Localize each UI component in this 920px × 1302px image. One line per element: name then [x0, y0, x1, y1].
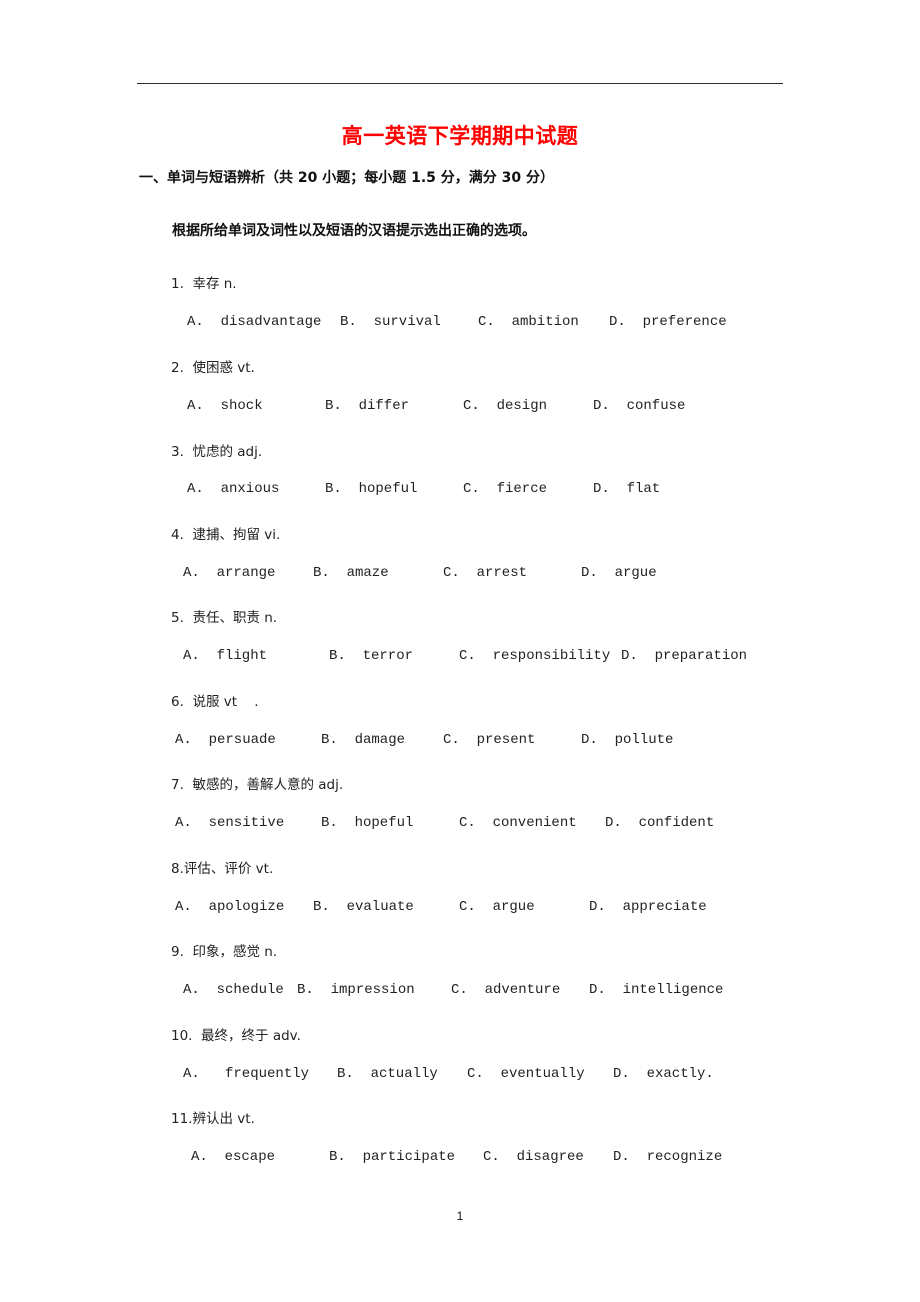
option-b: B. hopeful	[325, 481, 418, 497]
option-a: A. anxious	[187, 481, 280, 497]
option-d: D. exactly.	[613, 1066, 714, 1082]
option-b: B. terror	[329, 648, 414, 664]
option-b: B. evaluate	[313, 899, 414, 915]
option-b: B. differ	[325, 398, 410, 414]
option-a: A. flight	[183, 648, 268, 664]
option-b: B. damage	[321, 732, 406, 748]
question-stem: 3. 忧虑的 adj.	[171, 444, 263, 460]
option-b: B. amaze	[313, 565, 389, 581]
question-stem: 2. 使困惑 vt.	[171, 360, 255, 376]
question-stem: 10. 最终，终于 adv.	[171, 1028, 301, 1044]
option-c: C. argue	[459, 899, 535, 915]
option-c: C. adventure	[451, 982, 561, 998]
option-c: C. fierce	[463, 481, 548, 497]
option-c: C. present	[443, 732, 536, 748]
option-c: C. responsibility	[459, 648, 611, 664]
question-stem: 8.评估、评价 vt.	[171, 861, 274, 877]
option-d: D. preference	[609, 314, 727, 330]
option-b: B. actually	[337, 1066, 438, 1082]
option-c: C. eventually	[467, 1066, 585, 1082]
question-stem: 11.辨认出 vt.	[171, 1111, 255, 1127]
option-a: A. sensitive	[175, 815, 285, 831]
option-c: C. design	[463, 398, 548, 414]
question-stem: 1. 幸存 n.	[171, 276, 237, 292]
option-a: A. persuade	[175, 732, 276, 748]
header-rule	[137, 83, 783, 84]
option-a: A. schedule	[183, 982, 284, 998]
option-d: D. confuse	[593, 398, 686, 414]
question-stem: 7. 敏感的，善解人意的 adj.	[171, 777, 344, 793]
question-stem: 9. 印象，感觉 n.	[171, 944, 278, 960]
option-b: B. participate	[329, 1149, 456, 1165]
option-d: D. preparation	[621, 648, 748, 664]
option-b: B. survival	[340, 314, 441, 330]
option-a: A. disadvantage	[187, 314, 322, 330]
question-stem: 5. 责任、职责 n.	[171, 610, 278, 626]
section-heading: 一、单词与短语辨析（共 20 小题；每小题 1.5 分，满分 30 分）	[139, 170, 555, 186]
option-c: C. convenient	[459, 815, 577, 831]
option-a: A. frequently	[183, 1066, 310, 1082]
option-c: C. disagree	[483, 1149, 584, 1165]
option-a: A. escape	[191, 1149, 276, 1165]
option-a: A. apologize	[175, 899, 285, 915]
option-a: A. shock	[187, 398, 263, 414]
option-b: B. impression	[297, 982, 415, 998]
option-c: C. ambition	[478, 314, 579, 330]
option-d: D. appreciate	[589, 899, 707, 915]
option-d: D. argue	[581, 565, 657, 581]
instruction-text: 根据所给单词及词性以及短语的汉语提示选出正确的选项。	[172, 223, 536, 239]
question-stem: 6. 说服 vt .	[171, 694, 259, 710]
option-d: D. confident	[605, 815, 715, 831]
option-b: B. hopeful	[321, 815, 414, 831]
option-d: D. pollute	[581, 732, 674, 748]
option-c: C. arrest	[443, 565, 528, 581]
option-d: D. recognize	[613, 1149, 723, 1165]
option-d: D. intelligence	[589, 982, 724, 998]
option-d: D. flat	[593, 481, 661, 497]
question-stem: 4. 逮捕、拘留 vi.	[171, 527, 281, 543]
page-number: 1	[456, 1209, 464, 1223]
option-a: A. arrange	[183, 565, 276, 581]
document-title: 高一英语下学期期中试题	[341, 124, 579, 148]
